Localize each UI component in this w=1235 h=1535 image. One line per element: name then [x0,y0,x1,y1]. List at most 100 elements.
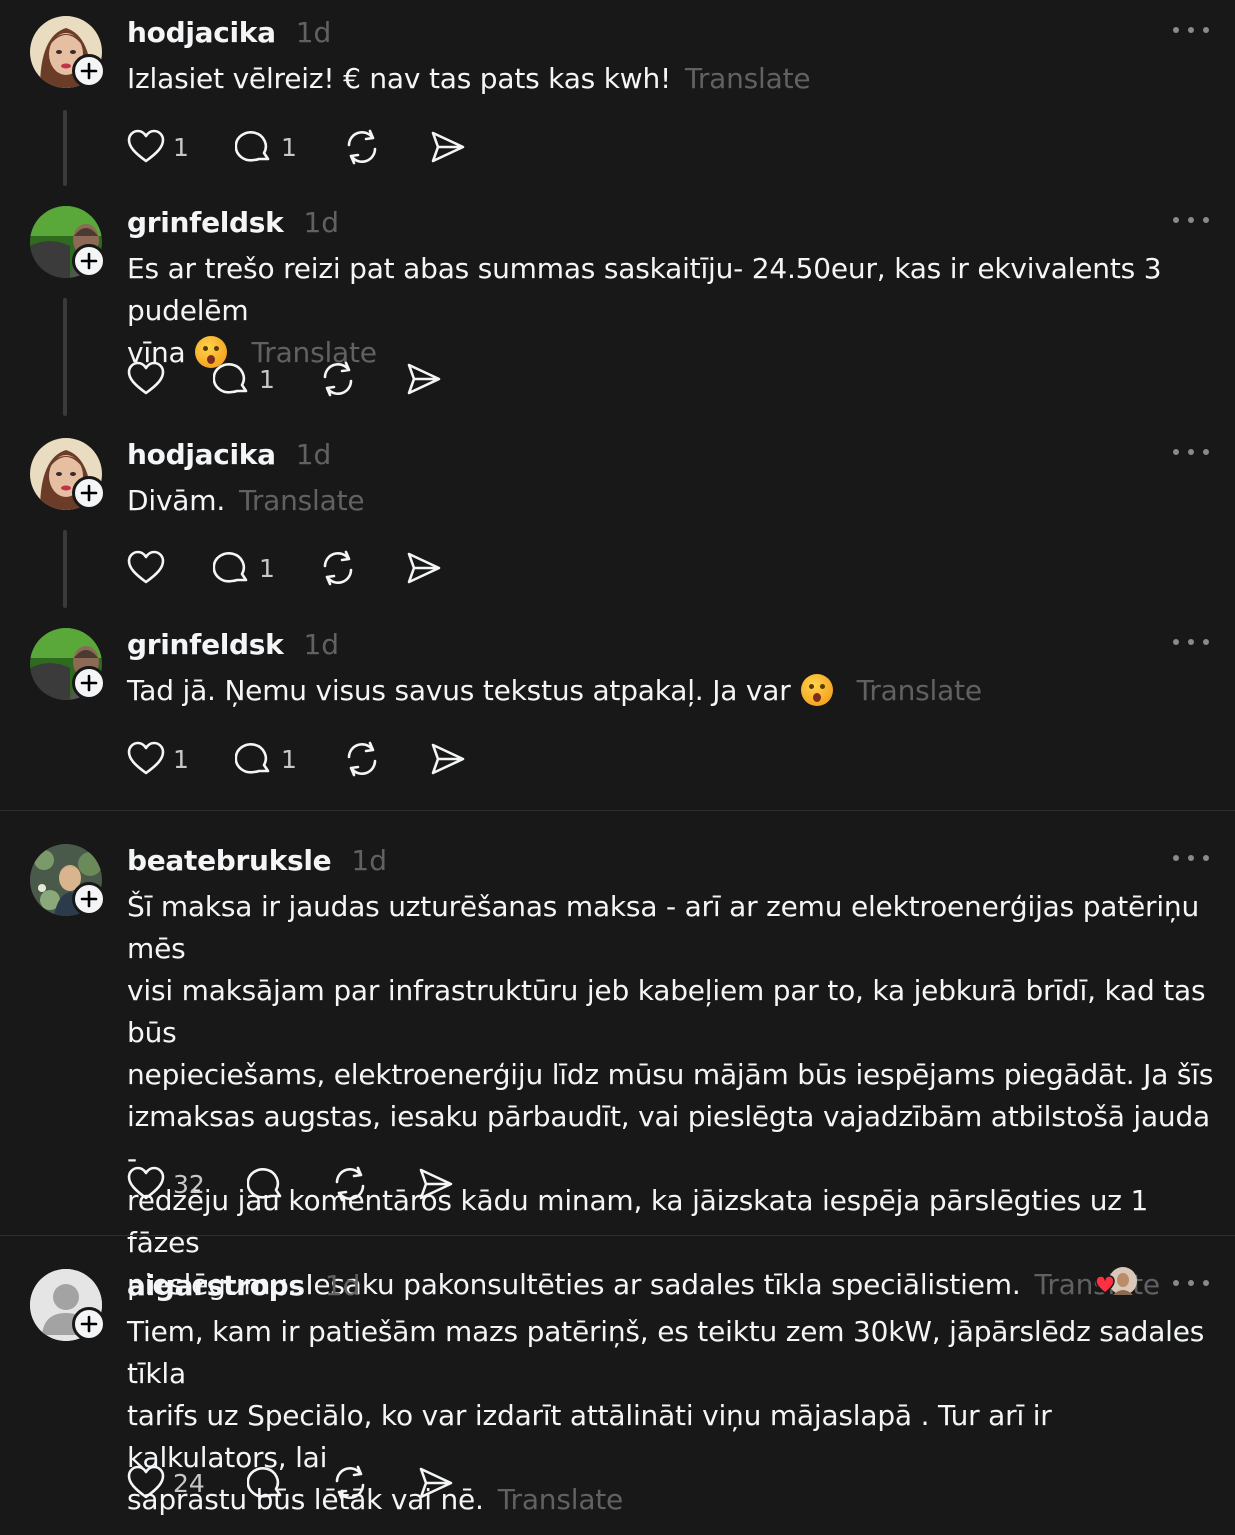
post-text: Izlasiet vēlreiz! € nav tas pats kas kwh… [127,62,811,95]
avatar[interactable] [30,1269,106,1341]
reply-button[interactable]: 1 [213,548,319,588]
heart-icon [127,129,165,163]
username[interactable]: grinfeldsk [127,206,284,239]
avatar[interactable] [30,438,106,510]
reply-post: aigarstrops 1d Tiem, kam ir patiešām maz… [0,1253,1235,1535]
like-button[interactable] [127,359,213,399]
username[interactable]: beatebruksle [127,844,332,877]
send-icon [419,1168,453,1200]
share-button[interactable] [417,1463,455,1503]
post-text: Divām. Translate [127,484,365,517]
comment-icon [235,131,270,162]
follow-plus-icon[interactable] [72,244,106,278]
heart-liker-avatar[interactable] [1095,1265,1139,1297]
avatar[interactable] [30,16,106,88]
heart-icon [127,1465,165,1499]
comment-icon [247,1467,282,1498]
repost-icon [335,1166,365,1202]
translate-link[interactable]: Translate [685,62,811,95]
repost-button[interactable] [331,1164,417,1204]
thread-line [63,298,67,416]
reply-post: grinfeldsk 1d Es ar trešo reizi pat abas… [0,190,1235,420]
more-options-icon[interactable] [1173,632,1209,652]
comment-icon [247,1168,282,1199]
repost-button[interactable] [319,548,405,588]
repost-button[interactable] [343,127,429,167]
heart-icon [127,1166,165,1200]
like-button[interactable]: 32 [127,1164,247,1204]
follow-plus-icon[interactable] [72,1307,106,1341]
like-button[interactable]: 1 [127,739,235,779]
translate-link[interactable]: Translate [498,1483,624,1516]
reply-button[interactable] [247,1463,331,1503]
more-options-icon[interactable] [1173,210,1209,230]
more-options-icon[interactable] [1173,1273,1209,1293]
post-text: Es ar trešo reizi pat abas summas saskai… [127,252,1162,369]
translate-link[interactable]: Translate [857,674,983,707]
share-button[interactable] [429,739,467,779]
more-options-icon[interactable] [1173,848,1209,868]
follow-plus-icon[interactable] [72,882,106,916]
timestamp[interactable]: 1d [303,628,339,661]
timestamp[interactable]: 1d [303,206,339,239]
like-count: 24 [173,1468,205,1498]
post-divider [0,810,1235,811]
username[interactable]: grinfeldsk [127,628,284,661]
comment-icon [213,552,248,583]
reply-post: hodjacika 1d Izlasiet vēlreiz! € nav tas… [0,0,1235,190]
username[interactable]: hodjacika [127,438,276,471]
share-button[interactable] [405,548,443,588]
share-button[interactable] [429,127,467,167]
avatar[interactable] [30,206,106,278]
like-count: 1 [173,132,189,162]
more-options-icon[interactable] [1173,20,1209,40]
repost-button[interactable] [331,1463,417,1503]
reply-button[interactable]: 1 [235,739,343,779]
reply-button[interactable]: 1 [235,127,343,167]
like-count: 1 [173,744,189,774]
avatar[interactable] [30,628,106,700]
timestamp[interactable]: 1d [296,16,332,49]
heart-icon [127,361,165,395]
avatar[interactable] [30,844,106,916]
send-icon [407,363,441,395]
timestamp[interactable]: 1d [351,844,387,877]
reply-post: hodjacika 1d Divām. Translate 1 [0,422,1235,612]
repost-icon [323,361,353,397]
reply-post: beatebruksle 1d Šī maksa ir jaudas uztur… [0,828,1235,1301]
follow-plus-icon[interactable] [72,54,106,88]
reply-post: grinfeldsk 1d Tad jā. Ņemu visus savus t… [0,612,1235,810]
username[interactable]: hodjacika [127,16,276,49]
share-button[interactable] [417,1164,455,1204]
timestamp[interactable]: 1d [325,1269,361,1302]
post-text: Tad jā. Ņemu visus savus tekstus atpakaļ… [127,674,983,707]
like-button[interactable]: 1 [127,127,235,167]
reply-button[interactable]: 1 [213,359,319,399]
send-icon [419,1467,453,1499]
follow-plus-icon[interactable] [72,476,106,510]
face-open-mouth-emoji [800,674,833,706]
translate-link[interactable]: Translate [239,484,365,517]
repost-icon [335,1465,365,1501]
username[interactable]: aigarstrops [127,1269,305,1302]
like-button[interactable] [127,548,213,588]
like-button[interactable]: 24 [127,1463,247,1503]
more-options-icon[interactable] [1173,442,1209,462]
repost-icon [347,129,377,165]
send-icon [431,743,465,775]
repost-icon [347,741,377,777]
thread-feed: hodjacika 1d Izlasiet vēlreiz! € nav tas… [0,0,1235,1535]
post-text: Šī maksa ir jaudas uzturēšanas maksa - a… [127,890,1214,1301]
repost-button[interactable] [319,359,405,399]
post-divider [0,1235,1235,1236]
timestamp[interactable]: 1d [296,438,332,471]
reply-count: 1 [259,364,275,394]
reply-count: 1 [259,553,275,583]
share-button[interactable] [405,359,443,399]
reply-count: 1 [281,744,297,774]
follow-plus-icon[interactable] [72,666,106,700]
comment-icon [213,363,248,394]
repost-button[interactable] [343,739,429,779]
reply-button[interactable] [247,1164,331,1204]
comment-icon [235,743,270,774]
